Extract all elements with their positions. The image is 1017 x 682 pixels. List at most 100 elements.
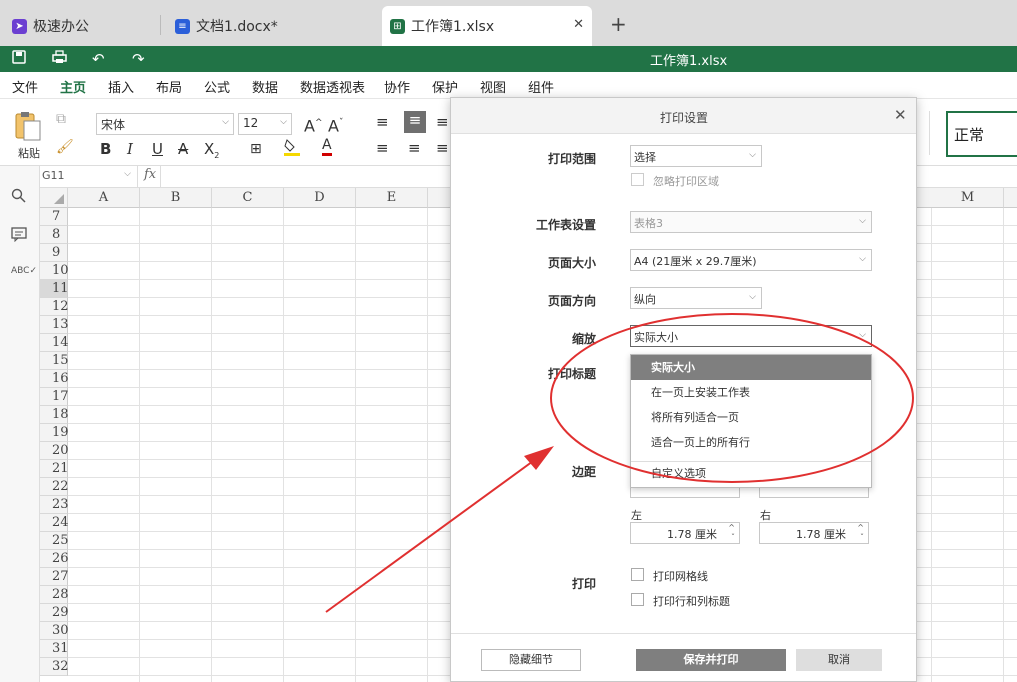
row-header[interactable]: 18 bbox=[40, 406, 69, 424]
fill-color-icon[interactable] bbox=[284, 137, 300, 161]
tab-workbook[interactable]: ⊞ 工作簿1.xlsx ✕ bbox=[382, 6, 592, 46]
close-icon[interactable]: ✕ bbox=[894, 106, 907, 124]
row-header[interactable]: 30 bbox=[40, 622, 69, 640]
row-header[interactable]: 15 bbox=[40, 352, 69, 370]
row-header[interactable]: 20 bbox=[40, 442, 69, 460]
undo-icon[interactable]: ↶ bbox=[92, 50, 105, 68]
bold-button[interactable]: B bbox=[100, 140, 111, 158]
page-size-select[interactable]: A4 (21厘米 x 29.7厘米) ⌵ bbox=[630, 249, 872, 271]
sheet-select[interactable]: 表格3 ⌵ bbox=[630, 211, 872, 233]
menu-formula[interactable]: 公式 bbox=[204, 77, 230, 96]
menu-view[interactable]: 视图 bbox=[480, 77, 506, 96]
row-header[interactable]: 9 bbox=[40, 244, 68, 262]
strikethrough-button[interactable]: A bbox=[178, 140, 188, 158]
font-grow-button[interactable]: A^ bbox=[304, 114, 323, 135]
save-icon[interactable] bbox=[12, 50, 26, 68]
align-bottom-icon[interactable]: ≡ bbox=[436, 113, 449, 131]
row-header[interactable]: 27 bbox=[40, 568, 69, 586]
scale-option[interactable]: 实际大小 bbox=[631, 355, 871, 380]
row-header[interactable]: 22 bbox=[40, 478, 69, 496]
select-all-corner[interactable] bbox=[40, 188, 68, 208]
column-header[interactable]: E bbox=[356, 188, 428, 208]
column-header[interactable]: D bbox=[284, 188, 356, 208]
paste-icon[interactable] bbox=[14, 111, 42, 141]
font-shrink-button[interactable]: Aˇ bbox=[328, 114, 343, 135]
cancel-button[interactable]: 取消 bbox=[796, 649, 882, 671]
row-header[interactable]: 12 bbox=[40, 298, 69, 316]
spellcheck-icon[interactable]: ABC✓ bbox=[11, 266, 37, 276]
menu-protect[interactable]: 保护 bbox=[432, 77, 458, 96]
menu-data[interactable]: 数据 bbox=[252, 77, 278, 96]
row-header[interactable]: 11 bbox=[40, 280, 69, 298]
scale-option[interactable]: 在一页上安装工作表 bbox=[631, 380, 871, 405]
column-header[interactable]: A bbox=[68, 188, 140, 208]
row-header[interactable]: 28 bbox=[40, 586, 69, 604]
orientation-select[interactable]: 纵向 ⌵ bbox=[630, 287, 762, 309]
font-color-icon[interactable]: A bbox=[322, 137, 332, 156]
align-center-icon[interactable]: ≡ bbox=[408, 139, 421, 157]
border-icon[interactable]: ⊞ bbox=[250, 140, 262, 158]
margin-left-input[interactable]: 1.78 厘米 ^ ˇ bbox=[630, 522, 740, 544]
print-range-select[interactable]: 选择 ⌵ bbox=[630, 145, 762, 167]
close-tab-icon[interactable]: ✕ bbox=[573, 17, 584, 32]
tab-jisu[interactable]: ➤ 极速办公 bbox=[12, 6, 89, 46]
row-header[interactable]: 16 bbox=[40, 370, 69, 388]
menu-collab[interactable]: 协作 bbox=[384, 77, 410, 96]
format-painter-icon[interactable]: 🖌 bbox=[56, 139, 74, 155]
underline-button[interactable]: U bbox=[152, 140, 163, 158]
subscript-button[interactable]: X2 bbox=[204, 140, 219, 165]
ignore-area-checkbox[interactable] bbox=[631, 173, 644, 186]
align-left-icon[interactable]: ≡ bbox=[376, 139, 389, 157]
scale-option[interactable]: 自定义选项 bbox=[631, 461, 871, 486]
redo-icon[interactable]: ↷ bbox=[132, 50, 145, 68]
align-top-icon[interactable]: ≡ bbox=[376, 113, 389, 131]
comment-icon[interactable] bbox=[11, 227, 27, 246]
search-icon[interactable] bbox=[11, 188, 26, 207]
gridlines-checkbox[interactable] bbox=[631, 568, 644, 581]
row-header[interactable]: 31 bbox=[40, 640, 69, 658]
new-tab-button[interactable]: + bbox=[610, 12, 627, 36]
save-and-print-button[interactable]: 保存并打印 bbox=[636, 649, 786, 671]
row-header[interactable]: 25 bbox=[40, 532, 69, 550]
menu-components[interactable]: 组件 bbox=[528, 77, 554, 96]
column-header[interactable]: C bbox=[212, 188, 284, 208]
menu-file[interactable]: 文件 bbox=[12, 77, 38, 96]
italic-button[interactable]: I bbox=[127, 140, 133, 158]
headings-checkbox[interactable] bbox=[631, 593, 644, 606]
scale-option[interactable]: 适合一页上的所有行 bbox=[631, 430, 871, 455]
menu-home[interactable]: 主页 bbox=[60, 77, 87, 102]
row-header[interactable]: 10 bbox=[40, 262, 69, 280]
margin-right-input[interactable]: 1.78 厘米 ^ ˇ bbox=[759, 522, 869, 544]
row-header[interactable]: 14 bbox=[40, 334, 69, 352]
hide-details-button[interactable]: 隐藏细节 bbox=[481, 649, 581, 671]
scale-select[interactable]: 实际大小 ⌵ bbox=[630, 325, 872, 347]
font-name-select[interactable]: 宋体 ⌵ bbox=[96, 113, 234, 135]
print-icon[interactable] bbox=[52, 50, 67, 68]
name-box[interactable]: G11 ⌵ bbox=[40, 166, 138, 187]
row-header[interactable]: 7 bbox=[40, 208, 68, 226]
row-header[interactable]: 21 bbox=[40, 460, 69, 478]
tab-doc[interactable]: ≡ 文档1.docx* bbox=[175, 6, 278, 46]
copy-icon[interactable]: ⧉ bbox=[56, 111, 66, 127]
align-middle-icon[interactable]: ≡ bbox=[404, 111, 426, 133]
menu-pivot[interactable]: 数据透视表 bbox=[300, 77, 365, 96]
headings-label: 打印行和列标题 bbox=[653, 595, 730, 608]
row-header[interactable]: 24 bbox=[40, 514, 69, 532]
row-header[interactable]: 23 bbox=[40, 496, 69, 514]
scale-option[interactable]: 将所有列适合一页 bbox=[631, 405, 871, 430]
menu-layout[interactable]: 布局 bbox=[156, 77, 182, 96]
menu-insert[interactable]: 插入 bbox=[108, 77, 134, 96]
font-size-select[interactable]: 12 ⌵ bbox=[238, 113, 292, 135]
row-header[interactable]: 8 bbox=[40, 226, 68, 244]
align-right-icon[interactable]: ≡ bbox=[436, 139, 449, 157]
column-header[interactable]: B bbox=[140, 188, 212, 208]
cell-style-normal[interactable]: 正常 bbox=[946, 111, 1017, 157]
row-header[interactable]: 32 bbox=[40, 658, 69, 676]
row-header[interactable]: 17 bbox=[40, 388, 69, 406]
row-header[interactable]: 13 bbox=[40, 316, 69, 334]
column-header[interactable]: M bbox=[932, 188, 1004, 208]
row-header[interactable]: 19 bbox=[40, 424, 69, 442]
fx-icon[interactable]: fx bbox=[144, 167, 156, 182]
row-header[interactable]: 29 bbox=[40, 604, 69, 622]
row-header[interactable]: 26 bbox=[40, 550, 69, 568]
